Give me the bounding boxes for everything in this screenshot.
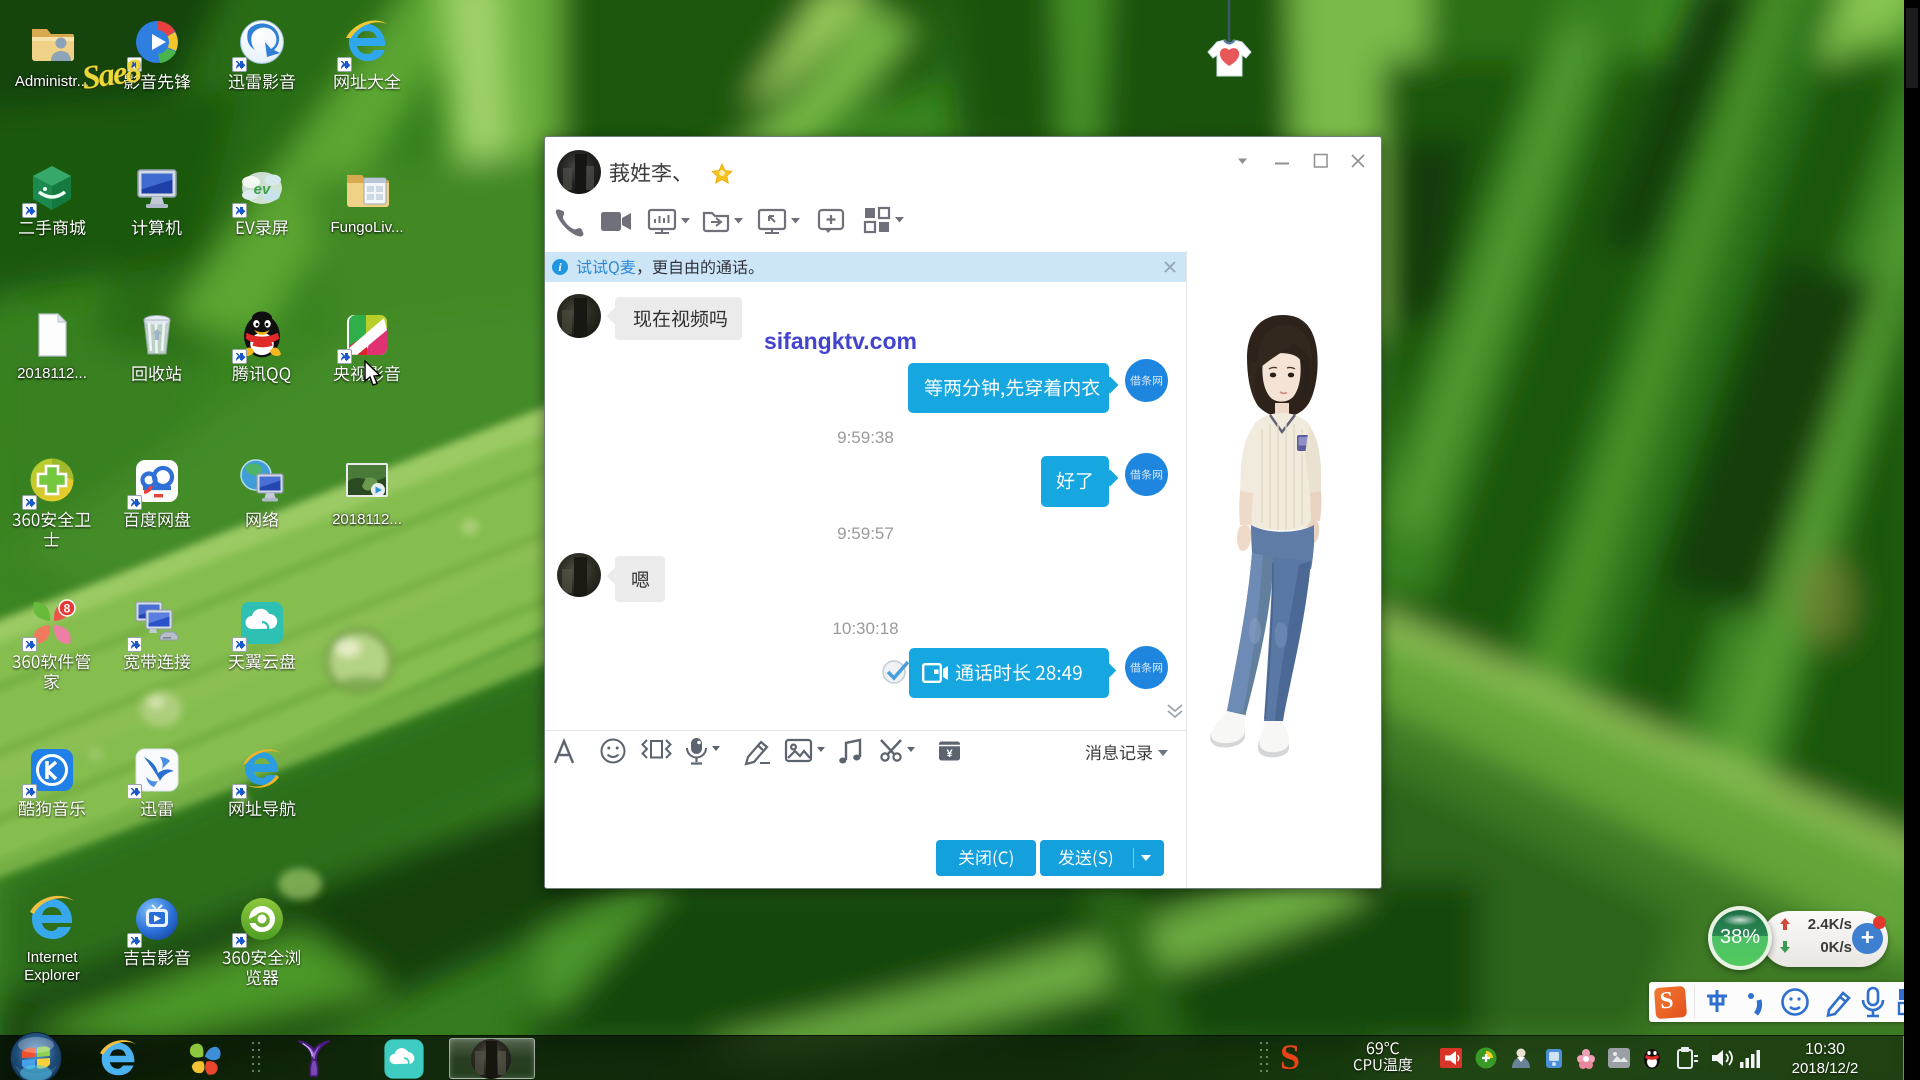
svg-text:¥: ¥ (946, 748, 953, 760)
svg-text:8: 8 (64, 602, 71, 616)
svg-text:ev: ev (254, 181, 272, 198)
